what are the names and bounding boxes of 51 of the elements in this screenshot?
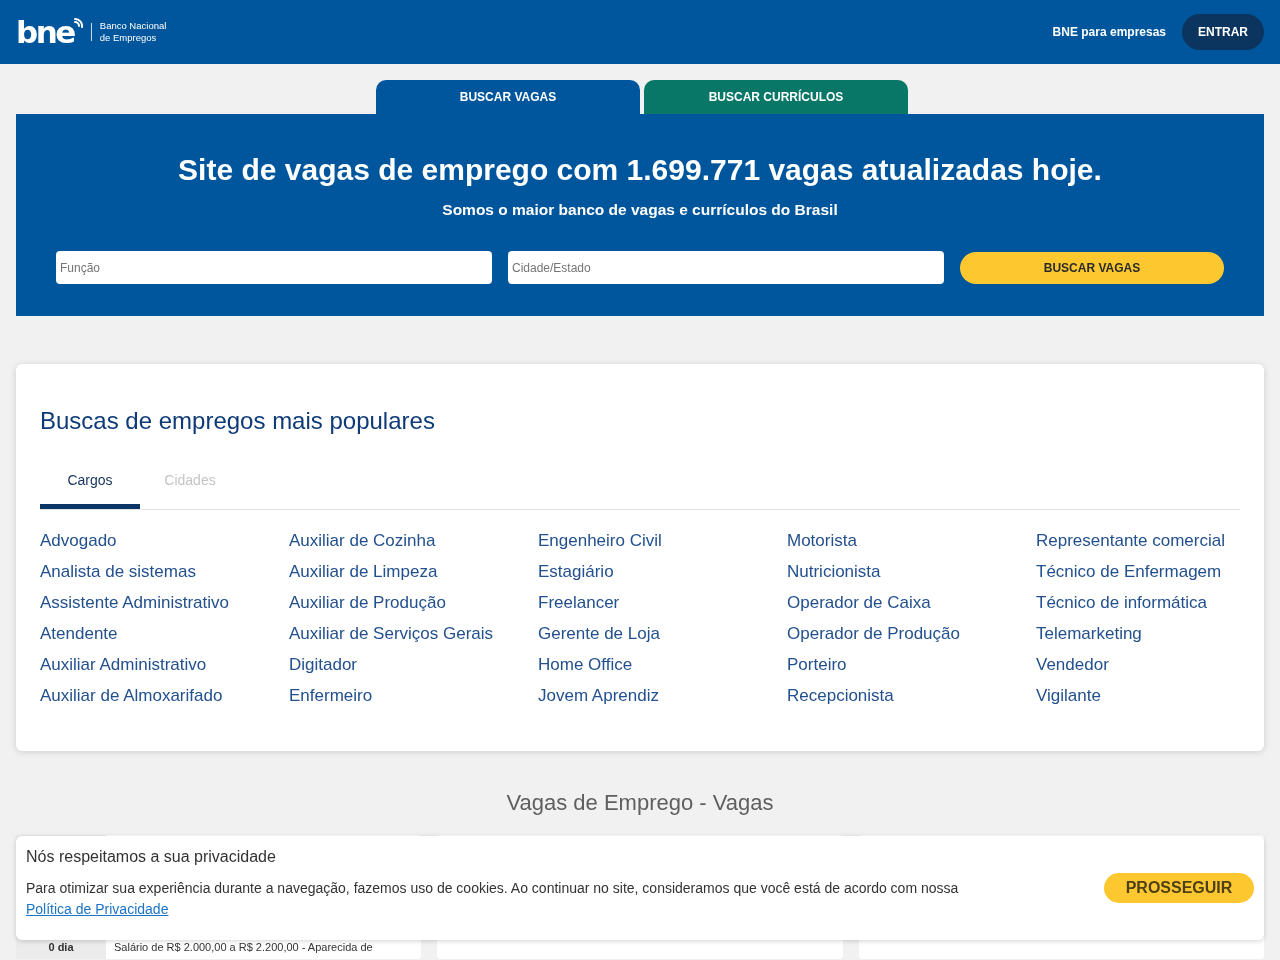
cookie-title: Nós respeitamos a sua privacidade (26, 847, 277, 867)
job-search-link[interactable]: Engenheiro Civil (538, 525, 662, 556)
job-search-link[interactable]: Operador de Caixa (787, 587, 931, 618)
job-search-link[interactable]: Telemarketing (1036, 618, 1142, 649)
job-search-link[interactable]: Técnico de informática (1036, 587, 1208, 618)
job-salary: Salário de R$ 2.000,00 a R$ 2.200,00 - Aparecida de (114, 941, 373, 954)
job-search-link[interactable]: Jovem Aprendiz (538, 680, 659, 711)
search-tab[interactable]: BUSCAR VAGAS (376, 80, 640, 114)
hero-subtitle: Somos o maior banco de vagas e currículos do Brasil (442, 200, 838, 220)
job-search-link[interactable]: Porteiro (787, 649, 847, 680)
search-jobs-button[interactable]: BUSCAR VAGAS (960, 251, 1224, 284)
business-link[interactable]: BNE para empresas (1052, 25, 1166, 39)
job-search-link[interactable]: Recepcionista (787, 680, 894, 711)
job-search-link[interactable]: Freelancer (538, 587, 620, 618)
hero-title: Site de vagas de emprego com 1.699.771 vagas atualizadas hoje. (178, 152, 1102, 188)
job-search-link[interactable]: Vigilante (1036, 680, 1101, 711)
search-tab[interactable]: BUSCAR CURRÍCULOS (644, 80, 908, 114)
privacy-policy-link[interactable]: Política de Privacidade (26, 901, 169, 917)
job-search-link[interactable]: Atendente (40, 618, 118, 649)
login-button[interactable]: ENTRAR (1182, 14, 1264, 50)
job-search-link[interactable]: Enfermeiro (289, 680, 373, 711)
job-title-field[interactable]: Função (56, 251, 492, 284)
job-search-link[interactable]: Auxiliar de Limpeza (289, 556, 438, 587)
continue-button[interactable]: PROSSEGUIR (1104, 873, 1254, 903)
job-search-link[interactable]: Nutricionista (787, 556, 881, 587)
job-search-link[interactable]: Operador de Produção (787, 618, 960, 649)
job-age: 0 dia (48, 941, 74, 954)
job-search-link[interactable]: Assistente Administrativo (40, 587, 229, 618)
cookie-message: Para otimizar sua experiência durante a navegação, fazemos uso de cookies. Ao continuar no site, consideramos que você está de acordo com nossa Política de Privacidade (26, 879, 960, 919)
job-search-link[interactable]: Vendedor (1036, 649, 1109, 680)
job-search-link[interactable]: Motorista (787, 525, 857, 556)
job-search-link[interactable]: Digitador (289, 649, 358, 680)
signal-arcs-icon (73, 18, 83, 29)
section-title: Buscas de empregos mais populares (40, 407, 436, 435)
job-search-link[interactable]: Gerente de Loja (538, 618, 660, 649)
job-search-link[interactable]: Advogado (40, 525, 117, 556)
location-field[interactable]: Cidade/Estado (508, 251, 944, 284)
job-search-link[interactable]: Analista de sistemas (40, 556, 196, 587)
logo-wordmark[interactable]: bne (16, 15, 74, 49)
job-search-link[interactable]: Técnico de Enfermagem (1036, 556, 1222, 587)
job-search-link[interactable]: Representante comercial (1036, 525, 1225, 556)
job-search-link[interactable]: Auxiliar de Cozinha (289, 525, 436, 556)
job-search-link[interactable]: Home Office (538, 649, 633, 680)
logo-tagline: Banco Nacional de Empregos (99, 20, 167, 44)
job-search-link[interactable]: Auxiliar Administrativo (40, 649, 207, 680)
job-search-link[interactable]: Auxiliar de Serviços Gerais (289, 618, 494, 649)
category-tab[interactable]: Cargos (40, 452, 140, 509)
job-search-link[interactable]: Estagiário (538, 556, 614, 587)
job-search-link[interactable]: Auxiliar de Almoxarifado (40, 680, 223, 711)
job-search-link[interactable]: Auxiliar de Produção (289, 587, 446, 618)
jobs-section-title: Vagas de Emprego - Vagas (506, 789, 774, 817)
